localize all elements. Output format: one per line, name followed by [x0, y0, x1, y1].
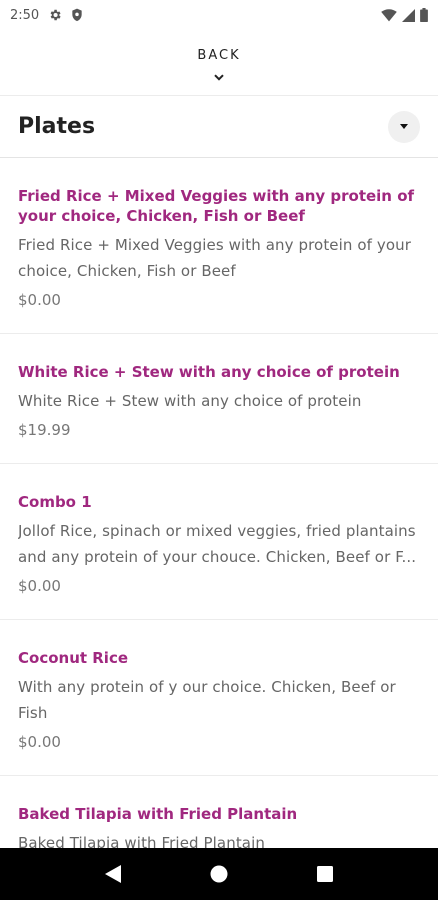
back-button[interactable]: BACK	[0, 30, 438, 96]
battery-icon	[420, 8, 428, 22]
wifi-icon	[381, 8, 397, 22]
chevron-down-icon	[214, 66, 224, 85]
menu-item-description: Fried Rice + Mixed Veggies with any prot…	[18, 236, 412, 280]
menu-item-price: $0.00	[18, 577, 61, 595]
nav-home-icon[interactable]	[199, 854, 239, 894]
menu-item-description: With any protein of y our choice. Chicke…	[18, 678, 396, 722]
nav-recents-icon[interactable]	[305, 854, 345, 894]
menu-item-price: $0.00	[18, 291, 61, 309]
settings-icon	[48, 8, 62, 22]
menu-item-description: Jollof Rice, spinach or mixed veggies, f…	[18, 522, 417, 566]
category-header: Plates	[0, 96, 438, 158]
category-dropdown-button[interactable]	[388, 110, 420, 143]
menu-item-price: $0.00	[18, 733, 61, 751]
menu-item[interactable]: Baked Tilapia with Fried Plantain Baked …	[0, 776, 438, 848]
menu-item[interactable]: Coconut Rice With any protein of y our c…	[0, 620, 438, 776]
menu-item[interactable]: White Rice + Stew with any choice of pro…	[0, 334, 438, 464]
navigation-bar	[0, 848, 438, 900]
status-time: 2:50	[10, 7, 40, 23]
nav-back-icon[interactable]	[93, 854, 133, 894]
menu-item-price: $19.99	[18, 421, 71, 439]
menu-item-description: Baked Tilapia with Fried Plantain	[18, 834, 265, 848]
signal-icon	[402, 8, 415, 22]
menu-item-title: Combo 1	[18, 493, 92, 511]
menu-item-title: Coconut Rice	[18, 649, 129, 667]
menu-item[interactable]: Combo 1 Jollof Rice, spinach or mixed ve…	[0, 464, 438, 620]
menu-list[interactable]: Fried Rice + Mixed Veggies with any prot…	[0, 158, 438, 848]
menu-item-title: Baked Tilapia with Fried Plantain	[18, 805, 298, 823]
page-title: Plates	[18, 114, 96, 139]
status-bar: 2:50	[0, 0, 438, 30]
menu-item-title: Fried Rice + Mixed Veggies with any prot…	[18, 187, 415, 225]
back-label: BACK	[197, 48, 241, 63]
menu-item-title: White Rice + Stew with any choice of pro…	[18, 363, 400, 381]
menu-item[interactable]: Fried Rice + Mixed Veggies with any prot…	[0, 158, 438, 334]
caret-down-icon	[400, 124, 408, 129]
menu-item-description: White Rice + Stew with any choice of pro…	[18, 392, 362, 410]
shield-icon	[71, 8, 83, 22]
